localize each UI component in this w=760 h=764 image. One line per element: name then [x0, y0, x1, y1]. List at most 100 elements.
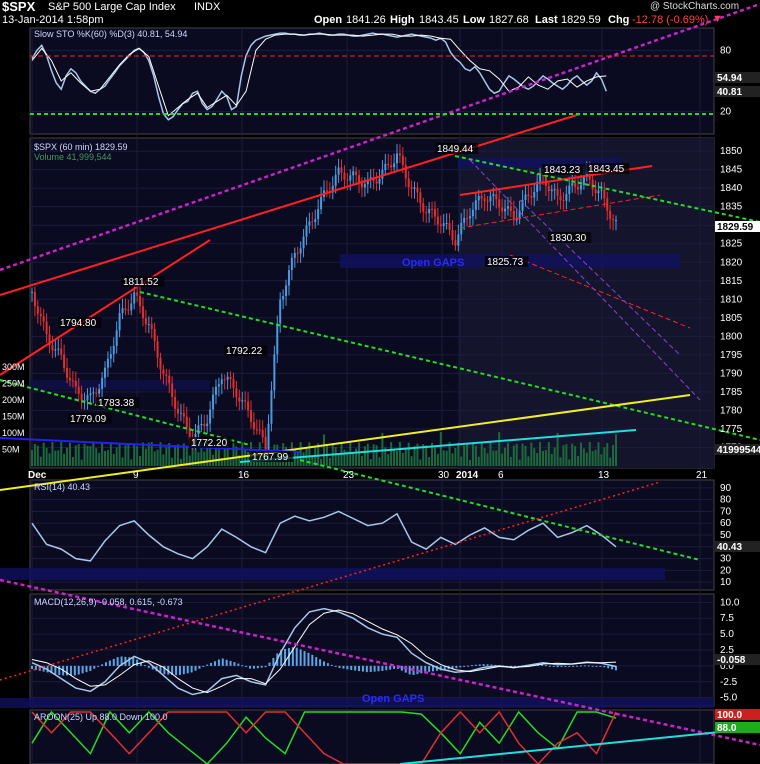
- volume-bar: [358, 442, 361, 466]
- aroon-title: AROON(25) Up 88.0 Down 100.0: [34, 712, 168, 722]
- price-candle-body: [39, 313, 42, 317]
- volume-bar: [174, 445, 177, 466]
- volume-bar: [515, 444, 518, 466]
- macd-histogram-bar: [470, 665, 473, 667]
- volume-bar: [471, 443, 474, 466]
- volume-bar: [83, 443, 86, 466]
- volume-bar: [509, 456, 512, 466]
- macd-histogram-bar: [217, 659, 220, 666]
- price-candle-body: [305, 225, 308, 237]
- volume-bar: [445, 450, 448, 466]
- volume-bar: [45, 447, 48, 466]
- price-annotation: 1830.30: [550, 233, 587, 244]
- volume-bar: [542, 450, 544, 466]
- x-tick-label: 30: [438, 470, 450, 481]
- price-candle-body: [381, 169, 384, 179]
- price-candle-body: [390, 164, 393, 168]
- macd-histogram-bar: [245, 665, 248, 667]
- price-candle-body: [486, 201, 489, 203]
- price-candle-body: [203, 423, 206, 427]
- y-tick-label: 70: [720, 506, 732, 517]
- price-candle-body: [384, 163, 387, 170]
- volume-bar: [372, 444, 375, 466]
- macd-histogram-bar: [112, 658, 115, 666]
- volume-bar: [156, 449, 159, 466]
- price-candle-body: [174, 397, 177, 409]
- price-candle-body: [501, 207, 504, 212]
- y-tick-label: 1805: [720, 313, 743, 324]
- last-price-tag: 1829.59: [717, 222, 754, 233]
- y-tick-label: 50: [720, 530, 732, 541]
- price-candle-body: [130, 303, 133, 311]
- price-candle-body: [337, 167, 340, 175]
- macd-histogram-bar: [478, 664, 481, 666]
- price-candle-body: [252, 421, 255, 430]
- macd-histogram-bar: [389, 665, 392, 670]
- macd-histogram-bar: [319, 659, 322, 666]
- volume-bar: [463, 445, 466, 466]
- volume-bar: [36, 445, 39, 466]
- volume-bar: [328, 457, 331, 466]
- stochastic-title: Slow STO %K(60) %D(3) 40.81, 54.94: [34, 29, 187, 39]
- price-candle-body: [33, 291, 36, 307]
- macd-histogram-bar: [210, 662, 213, 666]
- volume-bar: [106, 450, 109, 466]
- macd-histogram-bar: [147, 665, 150, 668]
- volume-bar: [571, 443, 574, 466]
- macd-histogram-bar: [556, 665, 559, 668]
- aroon-down-tag: 100.0: [717, 710, 742, 721]
- price-candle-body: [214, 386, 217, 395]
- macd-histogram-bar: [89, 665, 92, 671]
- volume-bar: [92, 442, 95, 466]
- price-candle-body: [527, 194, 530, 197]
- macd-histogram-bar: [190, 665, 193, 673]
- volume-bar: [469, 459, 471, 466]
- volume-bar: [398, 442, 401, 466]
- volume-bar: [387, 454, 390, 466]
- price-annotation: 1794.80: [60, 318, 97, 329]
- volume-bar: [410, 456, 413, 466]
- macd-histogram-bar: [358, 665, 361, 672]
- macd-histogram-bar: [249, 665, 252, 669]
- y-tick-label: 7.5: [720, 613, 734, 624]
- volume-bar: [404, 448, 407, 466]
- macd-histogram-bar: [490, 664, 493, 666]
- price-candle-body: [422, 203, 425, 212]
- volume-bar: [498, 432, 501, 466]
- volume-bar: [390, 442, 393, 466]
- macd-histogram-bar: [66, 665, 69, 676]
- volume-bar: [521, 443, 524, 466]
- price-candle-body: [509, 206, 512, 211]
- macd-histogram-bar: [178, 665, 181, 675]
- y-tick-label: 1775: [720, 424, 743, 435]
- volume-bar: [127, 444, 130, 466]
- volume-bar: [104, 450, 106, 466]
- macd-histogram-bar: [108, 660, 111, 666]
- macd-histogram-bar: [182, 665, 185, 675]
- macd-histogram-bar: [603, 665, 606, 668]
- y-tick-label: 1840: [720, 183, 743, 194]
- volume-bar: [203, 451, 206, 466]
- volume-bar: [615, 434, 617, 466]
- price-candle-body: [220, 379, 223, 385]
- price-candle-body: [276, 323, 279, 355]
- volume-bar: [80, 459, 83, 466]
- price-candle-body: [144, 318, 147, 325]
- rsi-value-tag: 40.43: [717, 542, 742, 553]
- volume-tick-label: 100M: [2, 428, 25, 438]
- price-candle-body: [293, 252, 296, 258]
- macd-histogram-bar: [369, 665, 372, 672]
- volume-bar: [396, 451, 398, 466]
- volume-bar: [71, 456, 74, 466]
- price-candle-body: [212, 394, 215, 410]
- volume-bar: [518, 459, 521, 466]
- macd-histogram-bar: [607, 665, 610, 669]
- volume-bar: [95, 448, 98, 466]
- macd-histogram-bar: [198, 665, 201, 669]
- y-tick-label: 1815: [720, 276, 743, 287]
- price-candle-body: [477, 196, 480, 201]
- volume-bar: [33, 443, 36, 466]
- price-candle-body: [603, 189, 606, 199]
- volume-bar: [323, 434, 325, 466]
- volume-bar: [89, 446, 92, 466]
